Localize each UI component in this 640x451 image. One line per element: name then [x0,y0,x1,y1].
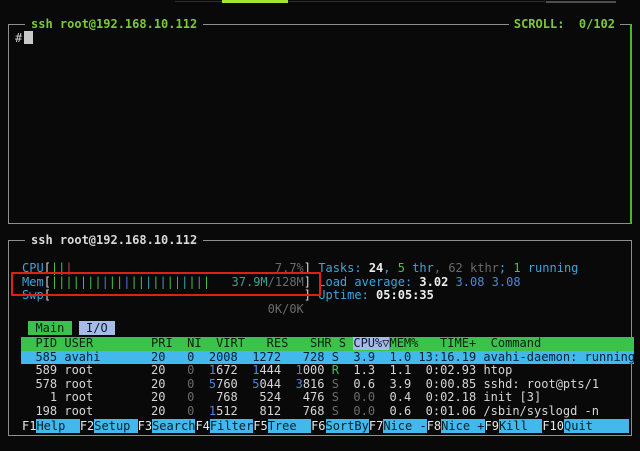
function-key-bar: F1Help F2Setup F3SearchF4FilterF5Tree F6… [22,419,635,433]
htop-tab-bar: Main I/O [21,321,115,335]
process-row[interactable]: 578 root 20 0 5760 5044 3816 S 0.6 3.9 0… [21,378,634,392]
text-cursor [24,31,33,44]
fkey-f1[interactable]: F1Help [22,419,80,433]
table-header[interactable]: PID USER PRI NI VIRT RES SHR S CPU%▽MEM%… [21,337,634,351]
fkey-f10[interactable]: F10Quit [542,419,629,433]
top-edge-green-strip [222,0,288,3]
sort-column-cpu[interactable]: CPU%▽ [353,337,389,350]
bottom-pane-title: ssh root@192.168.10.112 [25,233,203,247]
process-row[interactable]: 198 root 20 0 1512 812 768 S 0.0 0.6 0:0… [21,405,634,419]
fkey-f9[interactable]: F9Kill [485,419,543,433]
prompt-char: # [15,31,22,45]
fkey-f5[interactable]: F5Tree [253,419,311,433]
fkey-f2[interactable]: F2Setup [80,419,138,433]
fkey-f7[interactable]: F7Nice - [369,419,427,433]
shell-prompt[interactable]: # [15,31,33,45]
fkey-f8[interactable]: F8Nice + [427,419,485,433]
tab-main[interactable]: Main [28,321,71,335]
annotation-rectangle [11,272,321,296]
top-edge-gray-strip [546,1,616,3]
bottom-pane[interactable]: ssh root@192.168.10.112 CPU[|||7.7%] Tas… [8,240,632,436]
top-pane-title: ssh root@192.168.10.112 [25,17,203,31]
process-row[interactable]: 589 root 20 0 1672 1444 1000 R 1.3 1.1 0… [21,364,634,378]
fkey-f6[interactable]: F6SortBy [311,419,369,433]
fkey-f3[interactable]: F3Search [138,419,196,433]
process-row[interactable]: 585 avahi 20 0 2008 1272 728 S 3.9 1.0 1… [21,351,634,365]
tab-io[interactable]: I/O [79,321,115,335]
fkey-f4[interactable]: F4Filter [195,419,253,433]
screen: { "window": { "top_pane": { "title": "ss… [0,0,640,451]
top-pane[interactable]: ssh root@192.168.10.112 SCROLL: 0/102 # [8,24,632,224]
process-row[interactable]: 1 root 20 0 768 524 476 S 0.0 0.4 0:02.1… [21,391,634,405]
scroll-indicator: SCROLL: 0/102 [509,17,620,31]
process-table: PID USER PRI NI VIRT RES SHR S CPU%▽MEM%… [21,337,634,419]
